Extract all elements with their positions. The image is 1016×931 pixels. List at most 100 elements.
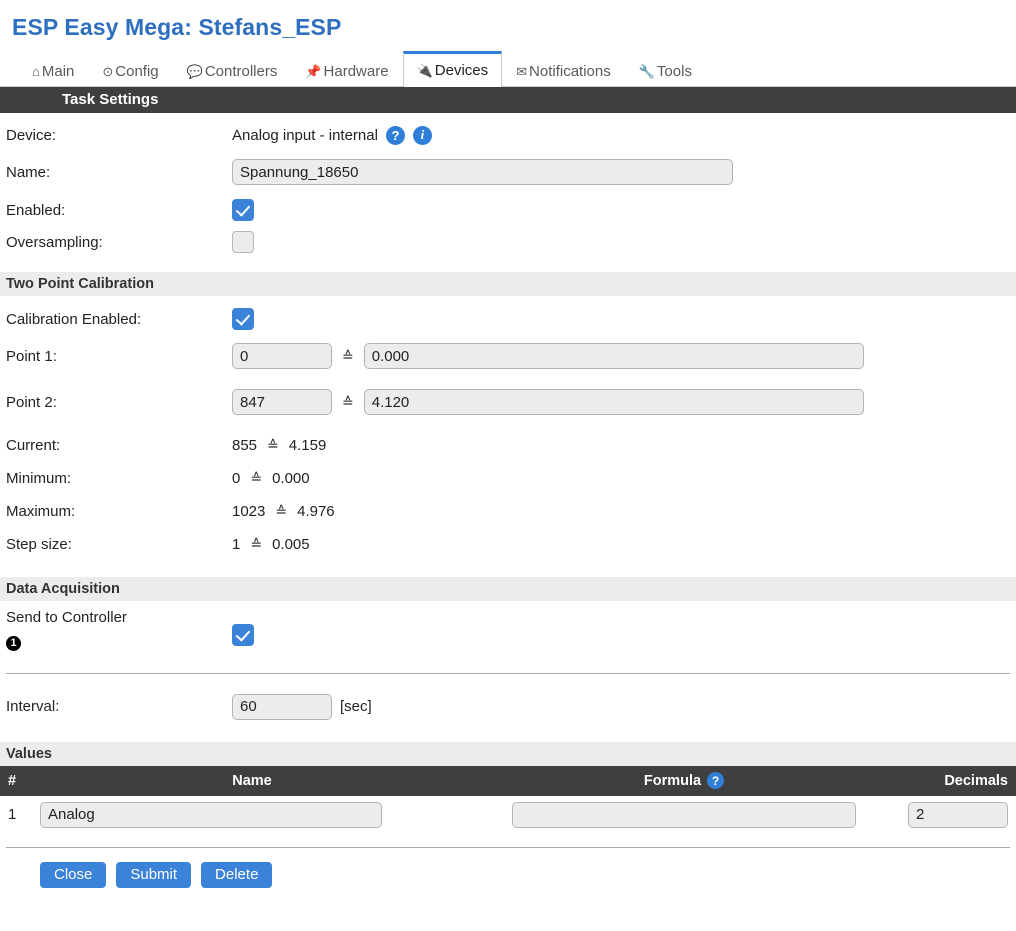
corresponds-to-symbol: ≙	[250, 469, 263, 486]
calibration-enabled-label: Calibration Enabled:	[6, 310, 142, 328]
point1-row: Point 1: ≙	[0, 342, 1016, 370]
interval-input[interactable]	[232, 693, 332, 720]
current-label: Current:	[6, 436, 61, 454]
task-settings-header: Task Settings	[0, 87, 1016, 113]
row-formula-cell	[472, 796, 896, 834]
calibration-header: Two Point Calibration	[0, 272, 1016, 296]
value-formula-input[interactable]	[512, 801, 856, 828]
send-to-controller-label: Send to Controller	[6, 609, 127, 626]
close-button[interactable]: Close	[40, 861, 107, 888]
row-decimals-cell	[896, 796, 1016, 834]
info-icon[interactable]: i	[412, 125, 432, 145]
minimum-label: Minimum:	[6, 469, 72, 487]
value-decimals-input[interactable]	[908, 801, 1008, 828]
page-title: ESP Easy Mega: Stefans_ESP	[12, 14, 342, 40]
tab-label: Tools	[656, 63, 692, 80]
values-table: # Name Formula ? Decimals 1	[0, 765, 1016, 834]
point1-label: Point 1:	[6, 347, 57, 365]
minimum-raw: 0	[232, 469, 241, 487]
maximum-label: Maximum:	[6, 502, 76, 520]
tab-main[interactable]: ⌂ Main	[18, 55, 88, 87]
tab-label: Config	[115, 63, 159, 80]
minimum-reading-row: Minimum: 0 ≙ 0.000	[0, 464, 1016, 492]
col-number: #	[0, 765, 32, 796]
corresponds-to-symbol: ≙	[275, 502, 288, 519]
wrench-icon: 🔧	[638, 64, 655, 79]
tab-config[interactable]: ⊙ Config	[88, 55, 172, 87]
interval-row: Interval: [sec]	[0, 693, 1016, 721]
point2-value-input[interactable]	[363, 389, 864, 415]
col-formula-label: Formula	[643, 772, 702, 789]
stepsize-raw: 1	[232, 535, 241, 553]
current-raw: 855	[232, 436, 258, 454]
home-icon: ⌂	[32, 64, 40, 79]
oversampling-checkbox[interactable]	[232, 231, 254, 253]
gear-icon: ⊙	[102, 64, 114, 79]
col-formula: Formula ?	[472, 765, 896, 796]
delete-button[interactable]: Delete	[201, 861, 273, 888]
pushpin-icon: 📌	[305, 64, 322, 79]
name-row: Name:	[0, 158, 1016, 186]
stepsize-label: Step size:	[6, 535, 72, 553]
name-label: Name:	[6, 163, 51, 181]
device-name-input[interactable]	[232, 159, 733, 185]
data-acquisition-header: Data Acquisition	[0, 577, 1016, 601]
row-name-cell	[32, 796, 472, 834]
calibration-enabled-row: Calibration Enabled:	[0, 305, 1016, 333]
envelope-icon: ✉	[516, 64, 528, 79]
current-reading-row: Current: 855 ≙ 4.159	[0, 431, 1016, 459]
table-row: 1	[0, 796, 1016, 834]
maximum-raw: 1023	[232, 502, 266, 520]
row-number: 1	[8, 806, 17, 823]
maximum-value: 4.976	[297, 502, 335, 520]
corresponds-to-symbol: ≙	[342, 347, 354, 364]
main-navigation-tabs: ⌂ Main ⊙ Config 💬 Controllers 📌 Hardware…	[0, 51, 1016, 87]
enabled-checkbox[interactable]	[232, 199, 254, 221]
col-name: Name	[32, 765, 472, 796]
controller-index-badge: 1	[6, 635, 21, 651]
tab-label: Devices	[434, 62, 489, 79]
interval-unit: [sec]	[340, 698, 372, 715]
maximum-reading-row: Maximum: 1023 ≙ 4.976	[0, 497, 1016, 525]
tab-tools[interactable]: 🔧 Tools	[625, 55, 706, 87]
oversampling-label: Oversampling:	[6, 233, 103, 251]
point2-raw-input[interactable]	[232, 389, 332, 415]
current-value: 4.159	[288, 436, 327, 454]
value-name-input[interactable]	[40, 801, 382, 828]
calibration-enabled-checkbox[interactable]	[232, 308, 254, 330]
corresponds-to-symbol: ≙	[342, 393, 354, 410]
tab-notifications[interactable]: ✉ Notifications	[502, 55, 625, 87]
device-label: Device:	[6, 126, 57, 144]
plug-icon: 🔌	[416, 63, 433, 78]
oversampling-row: Oversampling:	[0, 228, 1016, 256]
divider	[6, 672, 1010, 674]
col-decimals: Decimals	[896, 765, 1016, 796]
point1-raw-input[interactable]	[232, 343, 332, 369]
tab-devices[interactable]: 🔌 Devices	[402, 51, 503, 87]
tab-label: Notifications	[529, 63, 611, 80]
send-to-controller-row: Send to Controller 1	[0, 608, 1016, 651]
submit-button[interactable]: Submit	[116, 861, 192, 888]
send-to-controller-checkbox[interactable]	[232, 624, 254, 646]
corresponds-to-symbol: ≙	[250, 535, 263, 552]
minimum-value: 0.000	[272, 469, 310, 487]
help-icon[interactable]: ?	[385, 125, 405, 145]
values-table-header-row: # Name Formula ? Decimals	[0, 765, 1016, 796]
enabled-label: Enabled:	[6, 201, 66, 219]
interval-label: Interval:	[6, 698, 60, 715]
device-row: Device: Analog input - internal ? i	[0, 121, 1016, 149]
tab-label: Controllers	[204, 63, 278, 80]
formula-help-icon[interactable]: ?	[707, 772, 725, 789]
point2-row: Point 2: ≙	[0, 388, 1016, 416]
stepsize-value: 0.005	[272, 535, 310, 553]
values-header: Values	[0, 741, 1016, 766]
tab-label: Main	[41, 63, 75, 80]
tab-hardware[interactable]: 📌 Hardware	[291, 55, 402, 87]
enabled-row: Enabled:	[0, 196, 1016, 224]
tab-controllers[interactable]: 💬 Controllers	[173, 55, 292, 87]
device-value: Analog input - internal	[232, 126, 378, 144]
point1-value-input[interactable]	[363, 343, 864, 369]
speech-bubble-icon: 💬	[186, 64, 203, 79]
tab-label: Hardware	[323, 63, 389, 80]
action-buttons: Close Submit Delete	[0, 848, 1016, 888]
